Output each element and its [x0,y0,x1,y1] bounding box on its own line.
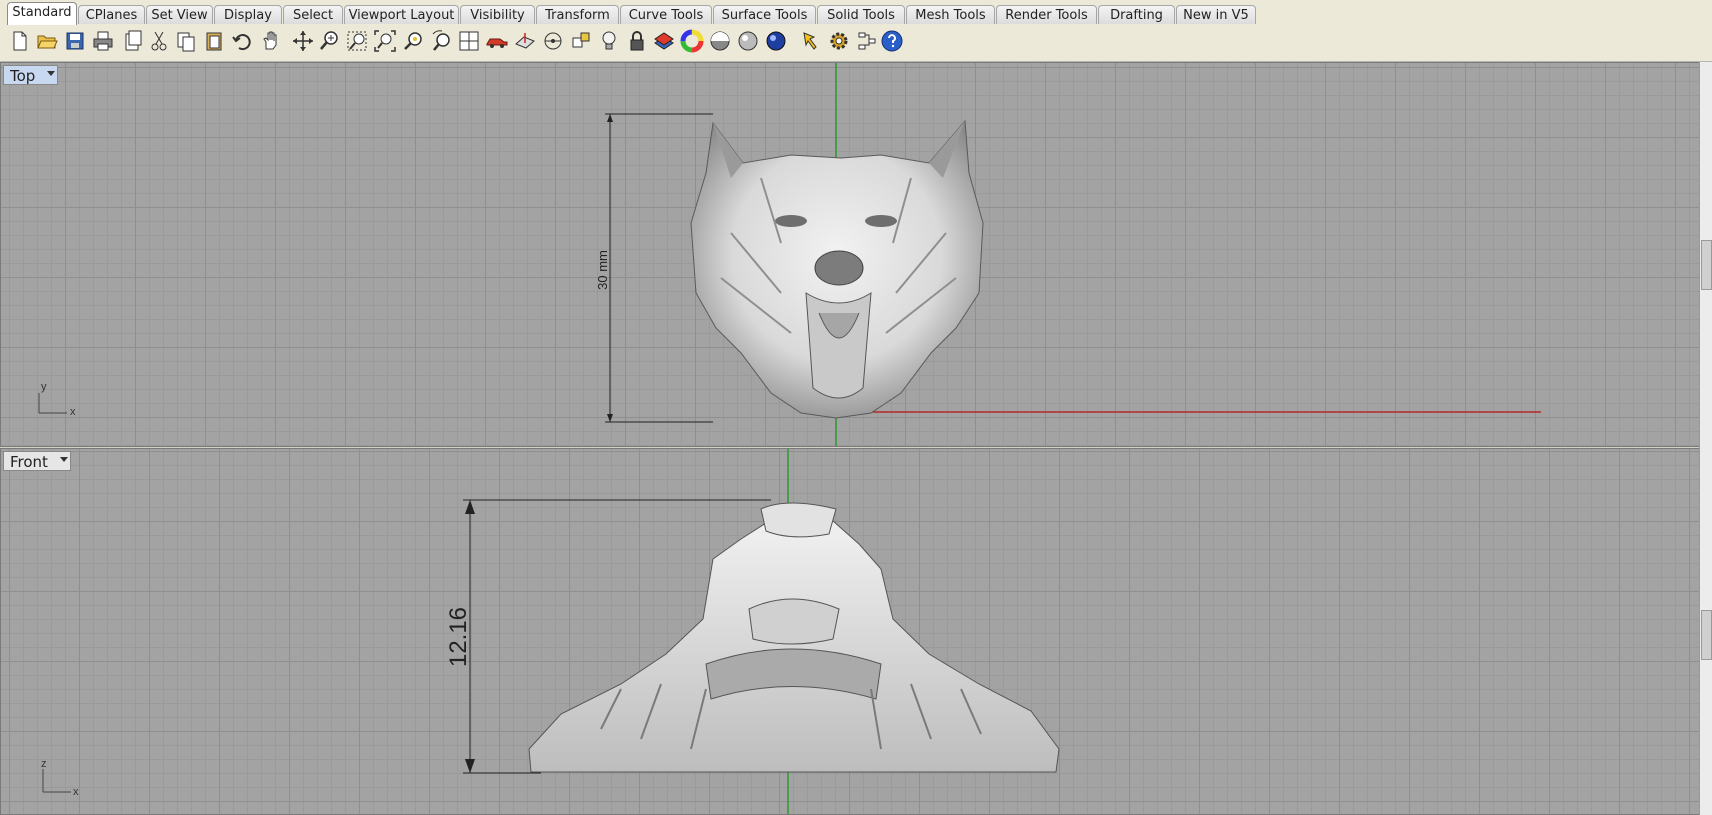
viewport-title-front[interactable]: Front [3,451,71,471]
render-sphere-icon[interactable] [764,29,788,53]
tab-new-in-v5[interactable]: New in V5 [1176,5,1256,24]
cplane-icon[interactable] [513,29,537,53]
tab-set-view[interactable]: Set View [146,5,213,24]
undo-view-icon[interactable] [430,29,454,53]
vertical-scrollbar[interactable] [1699,62,1712,815]
tab-render-tools[interactable]: Render Tools [996,5,1097,24]
tab-transform[interactable]: Transform [536,5,619,24]
viewport-title-top[interactable]: Top [3,65,59,85]
wolf-head-model-top [690,119,984,419]
scrollbar-thumb[interactable] [1701,610,1712,660]
new-document-icon[interactable] [8,29,32,53]
shaded-sphere-icon[interactable] [708,29,732,53]
axis-icon-front: z x [41,758,79,798]
axis-icon-top: y x [38,381,76,418]
four-viewports-icon[interactable] [457,29,481,53]
axis-label-y: y [41,381,47,393]
chevron-down-icon[interactable] [47,71,56,76]
axis-label-z: z [41,758,47,770]
save-icon[interactable] [63,29,87,53]
highlight-icon[interactable] [800,29,824,53]
tab-standard[interactable]: Standard [7,2,77,25]
rendered-sphere-icon[interactable] [736,29,760,53]
zoom-window-icon[interactable] [345,29,369,53]
light-bulb-icon[interactable] [597,29,621,53]
tab-mesh-tools[interactable]: Mesh Tools [906,5,995,24]
viewport-front[interactable]: 12.16 z x Front [0,448,1700,815]
color-wheel-icon[interactable] [680,29,704,53]
standard-toolbar [0,25,1712,62]
chevron-down-icon[interactable] [59,457,68,462]
tab-drafting[interactable]: Drafting [1098,5,1175,24]
point-snap-icon[interactable] [541,29,565,53]
viewport-title-text: Front [10,453,48,471]
tab-visibility[interactable]: Visibility [460,5,535,24]
import-icon[interactable] [120,29,144,53]
options-gear-icon[interactable] [827,29,851,53]
tab-surface-tools[interactable]: Surface Tools [713,5,816,24]
lock-icon[interactable] [625,29,649,53]
tab-display[interactable]: Display [214,5,282,24]
tab-curve-tools[interactable]: Curve Tools [620,5,712,24]
wolf-head-model-front [528,502,1060,773]
toolbar-tab-strip: Standard CPlanes Set View Display Select… [0,0,1712,26]
axis-label-x: x [70,406,76,418]
print-icon[interactable] [91,29,115,53]
zoom-selected-icon[interactable] [402,29,426,53]
dimension-label-30mm: 30 mm [595,250,610,290]
open-folder-icon[interactable] [35,29,59,53]
layer-icon[interactable] [652,29,676,53]
cut-icon[interactable] [147,29,171,53]
zoom-dynamic-icon[interactable] [318,29,342,53]
car-model-icon[interactable] [485,29,509,53]
tab-select[interactable]: Select [283,5,343,24]
rotate-view-icon[interactable] [291,29,315,53]
scrollbar-thumb[interactable] [1701,240,1712,290]
tab-viewport-layout[interactable]: Viewport Layout [344,5,459,24]
pan-hand-icon[interactable] [259,29,283,53]
front-viewport-scene: 12.16 z x [41,449,1060,814]
top-viewport-scene: 30 mm y x [38,63,1541,446]
viewport-top[interactable]: 30 mm y x Top [0,62,1700,447]
undo-icon[interactable] [231,29,255,53]
gumball-icon[interactable] [569,29,593,53]
copy-icon[interactable] [174,29,198,53]
viewport-title-text: Top [10,67,36,85]
paste-icon[interactable] [202,29,226,53]
tab-cplanes[interactable]: CPlanes [78,5,145,24]
tab-solid-tools[interactable]: Solid Tools [817,5,905,24]
zoom-extents-icon[interactable] [373,29,397,53]
dimension-label-12-16: 12.16 [445,607,472,667]
help-icon[interactable] [880,29,904,53]
properties-icon[interactable] [855,29,879,53]
axis-label-x: x [73,786,79,798]
